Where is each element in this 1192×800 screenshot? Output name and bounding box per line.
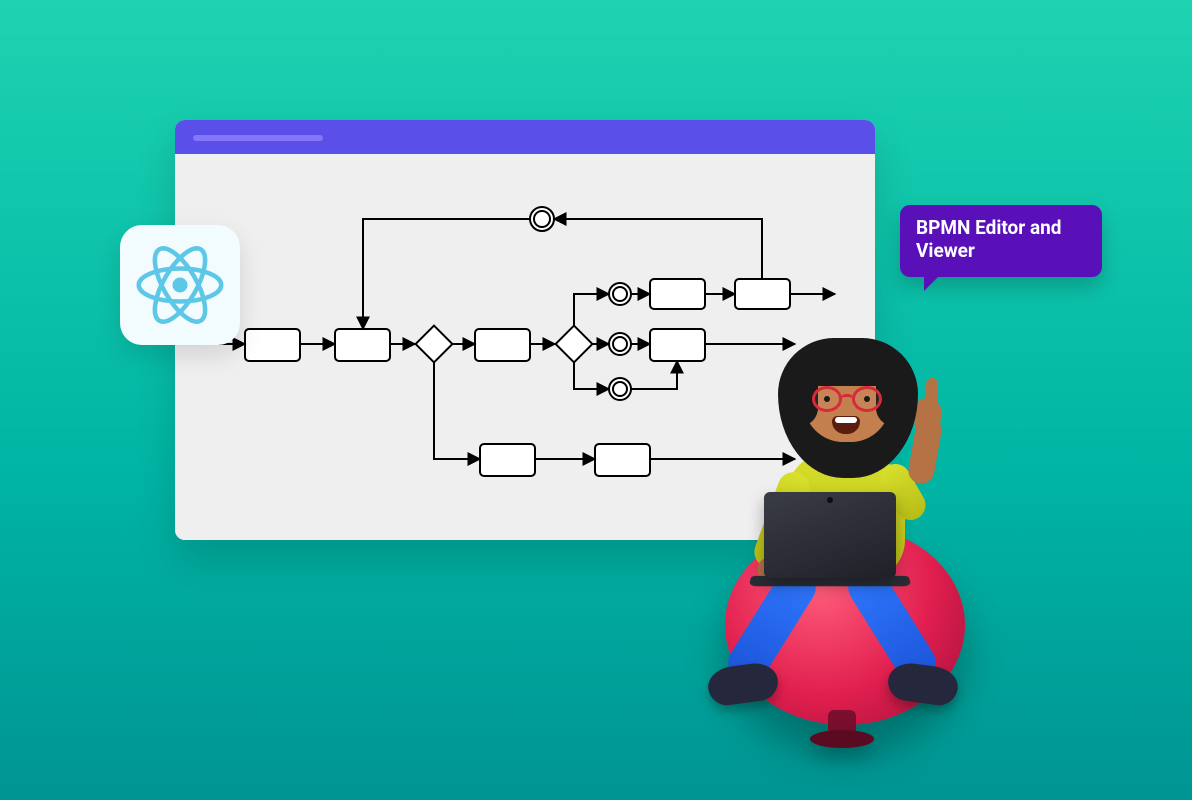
bpmn-task: [475, 329, 530, 361]
bpmn-task: [595, 444, 650, 476]
glasses-bridge: [840, 394, 854, 403]
bpmn-task: [245, 329, 300, 361]
finger-pointing-icon: [926, 378, 938, 404]
bpmn-intermediate-event-inner: [613, 287, 627, 301]
bpmn-task: [335, 329, 390, 361]
illustration-stage: BPMN Editor and Viewer: [0, 0, 1192, 800]
bpmn-intermediate-event-inner: [613, 337, 627, 351]
character-illustration: [690, 320, 990, 740]
laptop-camera-icon: [827, 497, 833, 503]
bpmn-task: [480, 444, 535, 476]
react-logo-badge: [120, 225, 240, 345]
bpmn-task: [735, 279, 790, 309]
bpmn-intermediate-event-inner: [534, 211, 550, 227]
react-logo-icon: [135, 240, 225, 330]
eye: [864, 396, 870, 402]
speech-bubble-text: BPMN Editor and Viewer: [916, 216, 1061, 262]
bpmn-gateway: [556, 326, 593, 363]
laptop-screen: [764, 492, 896, 578]
speech-bubble: BPMN Editor and Viewer: [900, 205, 1102, 277]
glasses-icon: [812, 386, 882, 412]
eye: [824, 396, 830, 402]
teeth: [835, 417, 857, 423]
bpmn-gateway: [416, 326, 453, 363]
chair-foot: [810, 730, 874, 748]
titlebar-accent: [193, 135, 323, 141]
bpmn-intermediate-event-inner: [613, 382, 627, 396]
bpmn-task: [650, 279, 705, 309]
window-titlebar: [175, 120, 875, 154]
